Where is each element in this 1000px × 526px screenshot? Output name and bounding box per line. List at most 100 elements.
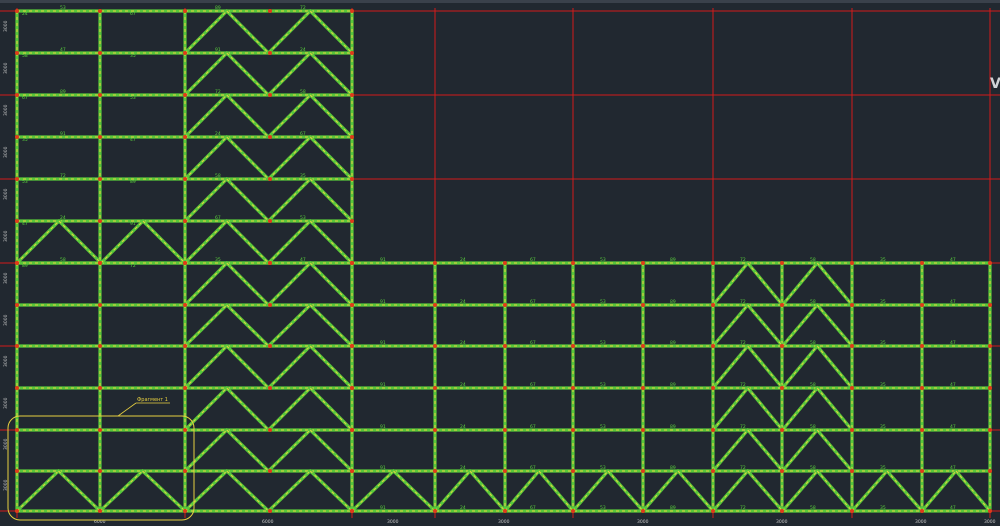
cad-viewport[interactable]: 24 67 53 89 72 58 35 47 91 24 67 53 89 72 58 35 47 91 24 67… <box>0 0 1000 526</box>
member-label: 53 <box>600 424 606 430</box>
brace-diagonal <box>815 261 854 307</box>
member-label: 89 <box>670 505 676 511</box>
node-point <box>711 261 715 265</box>
node-point <box>988 303 992 307</box>
brace-diagonal <box>225 303 271 348</box>
node-point <box>98 135 102 139</box>
member-label: 72 <box>740 340 746 346</box>
member-label: 67 <box>530 505 536 511</box>
brace-diagonal <box>850 469 889 513</box>
member-label: 35 <box>880 257 886 263</box>
member-label: 24 <box>460 299 466 305</box>
member-label: 89 <box>130 179 136 185</box>
brace-diagonal <box>503 469 541 513</box>
brace-diagonal <box>815 344 854 390</box>
node-point <box>183 428 187 432</box>
member-label: 24 <box>60 215 66 221</box>
brace-diagonal <box>571 469 610 513</box>
node-point <box>433 509 437 513</box>
brace-diagonal <box>225 428 271 473</box>
brace-diagonal <box>308 303 354 348</box>
member-label: 91 <box>60 131 66 137</box>
node-point <box>920 428 924 432</box>
node-point <box>641 344 645 348</box>
brace-diagonal <box>780 303 819 348</box>
node-point <box>15 93 19 97</box>
brace-diagonal <box>815 428 854 473</box>
brace-diagonal <box>266 51 312 97</box>
member-label: 67 <box>530 465 536 471</box>
node-point <box>503 261 507 265</box>
brace-diagonal <box>183 261 229 307</box>
member-label: 67 <box>130 11 136 17</box>
member-label: 67 <box>215 215 221 221</box>
member-label: 89 <box>670 257 676 263</box>
node-point <box>268 261 272 265</box>
node-point <box>920 509 924 513</box>
brace-diagonal <box>183 469 229 513</box>
brace-diagonal <box>266 386 312 432</box>
brace-diagonal <box>746 386 785 432</box>
node-point <box>503 303 507 307</box>
member-label: 53 <box>130 95 136 101</box>
node-point <box>988 386 992 390</box>
node-point <box>503 386 507 390</box>
brace-diagonal <box>885 469 924 513</box>
brace-diagonal <box>266 303 312 348</box>
member-label: 72 <box>740 465 746 471</box>
member-label: 89 <box>670 299 676 305</box>
member-label: 67 <box>300 131 306 137</box>
node-point <box>571 344 575 348</box>
member-label: 47 <box>950 465 956 471</box>
member-label: 89 <box>670 465 676 471</box>
brace-diagonal <box>780 428 819 473</box>
brace-diagonal <box>266 219 312 265</box>
node-point <box>15 261 19 265</box>
brace-diagonal <box>225 469 271 513</box>
brace-diagonal <box>746 469 785 513</box>
dimension-label-bottom: 6000 <box>262 519 274 525</box>
brace-diagonal <box>308 93 354 139</box>
dimension-label-bottom: 3000 <box>387 519 399 525</box>
brace-diagonal <box>183 303 229 348</box>
brace-diagonal <box>266 9 312 55</box>
structural-drawing-canvas[interactable]: 24 67 53 89 72 58 35 47 91 24 67 53 89 72 58 35 47 91 24 67… <box>0 0 1000 526</box>
node-point <box>850 428 854 432</box>
node-point <box>98 344 102 348</box>
member-label: 53 <box>22 179 28 185</box>
brace-diagonal <box>225 177 271 223</box>
member-label: 53 <box>600 465 606 471</box>
member-label: 58 <box>810 505 816 511</box>
node-point <box>183 51 187 55</box>
brace-diagonal <box>746 303 785 348</box>
member-label: 53 <box>600 299 606 305</box>
node-point <box>920 386 924 390</box>
node-point <box>850 469 854 473</box>
callout-label: Фрагмент 1 <box>137 397 168 403</box>
node-point <box>15 428 19 432</box>
dimension-label-left: 3000 <box>3 104 9 116</box>
member-label: 72 <box>740 257 746 263</box>
brace-diagonal <box>266 469 312 513</box>
member-label: 91 <box>380 257 386 263</box>
dimension-label-left: 3000 <box>3 188 9 200</box>
brace-diagonal <box>815 469 854 513</box>
node-point <box>641 509 645 513</box>
node-point <box>571 428 575 432</box>
brace-diagonal <box>711 344 750 390</box>
dimension-label-left: 3000 <box>3 272 9 284</box>
node-point <box>98 219 102 223</box>
node-point <box>850 509 854 513</box>
node-point <box>15 51 19 55</box>
node-point <box>571 386 575 390</box>
member-label: 24 <box>300 47 306 53</box>
node-point <box>641 428 645 432</box>
brace-diagonal <box>183 219 229 265</box>
member-label: 91 <box>380 340 386 346</box>
member-label: 47 <box>950 299 956 305</box>
member-label: 58 <box>300 89 306 95</box>
brace-diagonal <box>57 219 103 265</box>
node-point <box>268 219 272 223</box>
brace-diagonal <box>225 135 271 181</box>
node-point <box>850 344 854 348</box>
